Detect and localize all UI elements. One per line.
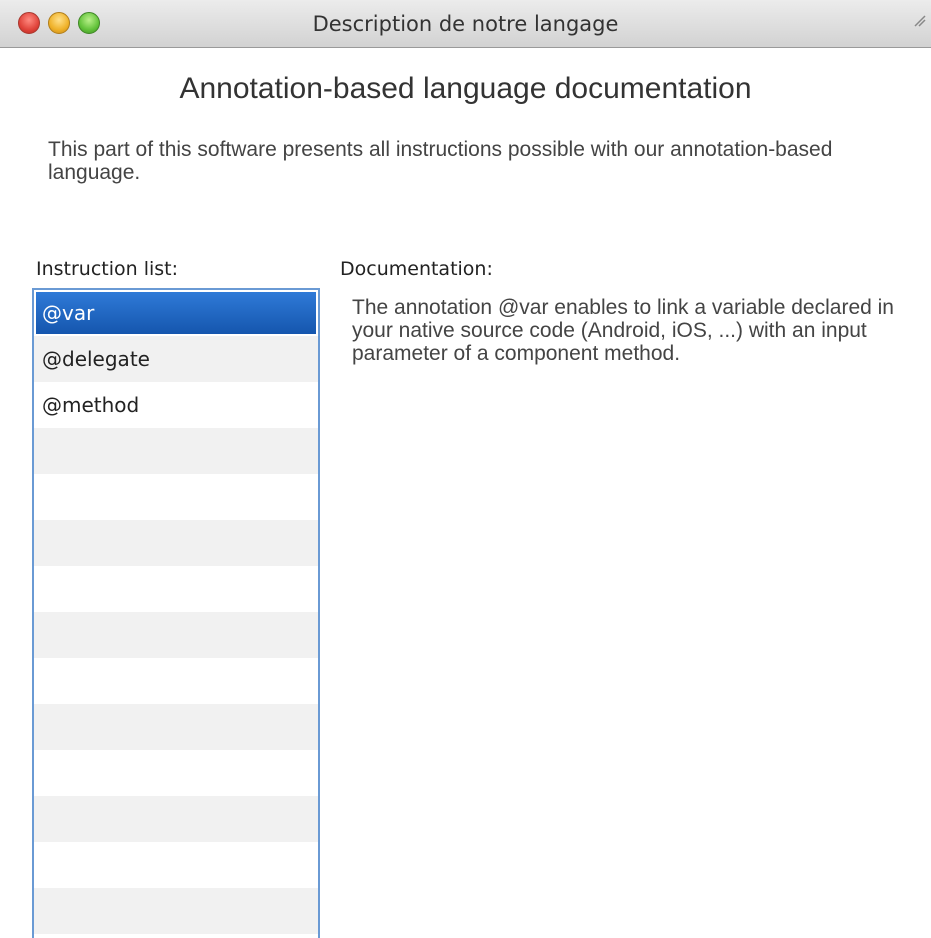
- resize-icon[interactable]: [913, 14, 927, 28]
- list-item-method[interactable]: @method: [34, 382, 318, 428]
- instruction-list-label: Instruction list:: [36, 258, 179, 280]
- documentation-text: The annotation @var enables to link a va…: [352, 296, 894, 365]
- intro-text: This part of this software presents all …: [48, 138, 833, 184]
- documentation-label: Documentation:: [340, 258, 493, 280]
- window-title: Description de notre langage: [312, 12, 619, 36]
- list-item-var[interactable]: @var: [36, 292, 316, 334]
- page-title: Annotation-based language documentation: [179, 72, 752, 105]
- list-item-delegate[interactable]: @delegate: [34, 336, 318, 382]
- window-titlebar[interactable]: Description de notre langage: [0, 0, 931, 48]
- instruction-list[interactable]: @var @delegate @method: [32, 288, 320, 938]
